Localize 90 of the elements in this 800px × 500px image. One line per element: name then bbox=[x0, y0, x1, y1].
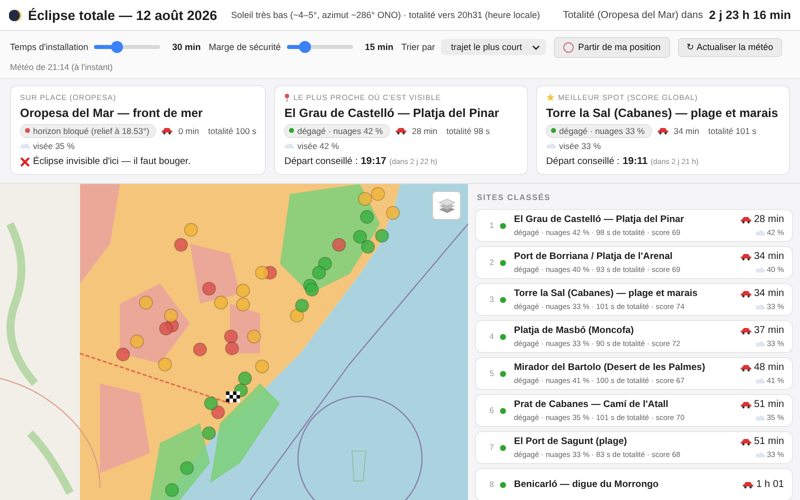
site-name: Prat de Cabanes — Camí de l'Atall bbox=[514, 399, 670, 410]
chevron-icon bbox=[532, 44, 540, 50]
cloud-icon bbox=[754, 414, 765, 420]
car-icon bbox=[656, 126, 669, 134]
drive-time: 34 min bbox=[754, 251, 784, 262]
rank-number: 8 bbox=[488, 480, 494, 489]
status-pill: dégagé · nuages 42 % bbox=[284, 124, 390, 138]
aim-clouds: visée 33 % bbox=[559, 141, 601, 151]
car-icon bbox=[740, 252, 752, 260]
car-icon bbox=[394, 126, 407, 134]
car-icon bbox=[740, 290, 752, 298]
slider-value: 30 min bbox=[172, 42, 201, 52]
drive-time: 1 h 01 bbox=[756, 479, 784, 490]
locate-button[interactable]: Partir de ma position bbox=[554, 36, 670, 58]
card-title: Oropesa del Mar — front de mer bbox=[20, 106, 204, 120]
site-name: Mirador del Bartolo (Desert de les Palmes) bbox=[514, 362, 706, 373]
cloud-icon bbox=[754, 266, 765, 272]
cloud-icon bbox=[20, 143, 30, 149]
drive-time: 34 min bbox=[674, 126, 700, 136]
totality-duration: totalité 101 s bbox=[708, 126, 756, 136]
drive-time: 51 min bbox=[754, 436, 784, 447]
drive-time: 28 min bbox=[754, 214, 784, 225]
car-icon bbox=[161, 126, 174, 134]
layers-button[interactable] bbox=[432, 191, 461, 220]
departure-label: Départ conseillé : bbox=[546, 156, 620, 167]
site-name: El Grau de Castelló — Platja del Pinar bbox=[514, 214, 685, 225]
rank-number: 4 bbox=[488, 332, 494, 341]
rank-number: 7 bbox=[488, 443, 494, 452]
cloud-icon bbox=[754, 304, 765, 310]
site-name: El Port de Sagunt (plage) bbox=[514, 436, 628, 447]
cross-icon bbox=[20, 156, 30, 166]
countdown-label: Totalité (Oropesa del Mar) dans bbox=[562, 10, 703, 20]
rank-number: 5 bbox=[488, 369, 494, 378]
cloud-icon bbox=[284, 143, 294, 149]
eclipse-subtitle: Soleil très bas (~4–5°, azimut ~286° ONO) · totalité vers 20h31 (heure locale) bbox=[231, 10, 540, 20]
drive-time: 37 min bbox=[754, 325, 784, 336]
cloud-icon bbox=[754, 378, 765, 384]
countdown-value: 2 j 23 h 16 min bbox=[708, 8, 791, 22]
sort-dropdown[interactable]: trajet le plus court bbox=[441, 39, 546, 55]
departure-time: 19:11 bbox=[622, 156, 648, 167]
drive-time: 0 min bbox=[178, 126, 200, 136]
warning-text: Éclipse invisible d'ici — il faut bouger. bbox=[33, 156, 191, 167]
drive-time: 51 min bbox=[754, 399, 784, 410]
totality-duration: totalité 100 s bbox=[208, 126, 256, 136]
cloud-icon bbox=[754, 340, 765, 346]
slider-value: 15 min bbox=[364, 42, 394, 52]
site-name: Torre la Sal (Cabanes) — plage et marais bbox=[514, 288, 699, 299]
star-icon bbox=[546, 93, 556, 102]
car-icon bbox=[740, 400, 752, 408]
car-icon bbox=[740, 326, 752, 334]
car-icon bbox=[740, 438, 752, 446]
car-icon bbox=[740, 216, 752, 224]
page-title: Éclipse totale — 12 août 2026 bbox=[28, 8, 218, 22]
site-list-item[interactable]: 8 Benicarló — digue du Morrongo 1 h 01 bbox=[475, 468, 793, 500]
rank-number: 6 bbox=[488, 406, 494, 415]
site-name: Platja de Masbó (Moncofa) bbox=[514, 325, 635, 336]
refresh-button[interactable]: ↻ Actualiser la météo bbox=[678, 38, 782, 56]
rank-number: 3 bbox=[488, 295, 494, 304]
moon-icon bbox=[9, 8, 22, 22]
cloud-icon bbox=[754, 230, 765, 236]
departure-time: 19:17 bbox=[360, 156, 386, 167]
rank-number: 2 bbox=[488, 258, 494, 267]
ranking-heading: SITES CLASSÉS bbox=[477, 193, 552, 202]
rank-number: 1 bbox=[488, 221, 494, 230]
cloud-icon bbox=[754, 452, 765, 458]
aim-clouds: visée 42 % bbox=[297, 141, 339, 151]
drive-time: 28 min bbox=[412, 126, 438, 136]
totality-duration: totalité 98 s bbox=[446, 126, 490, 136]
pin-icon bbox=[284, 93, 290, 102]
drive-time: 34 min bbox=[754, 288, 784, 299]
aim-clouds: visée 35 % bbox=[33, 141, 75, 151]
card-title: Torre la Sal (Cabanes) — plage et marais bbox=[546, 106, 780, 120]
cloud-icon bbox=[546, 143, 556, 149]
site-name: Port de Borriana / Platja de l'Arenal bbox=[514, 251, 674, 262]
card-title: El Grau de Castelló — Platja del Pinar bbox=[284, 106, 500, 120]
departure-label: Départ conseillé : bbox=[284, 156, 358, 167]
car-icon bbox=[740, 364, 752, 372]
slider[interactable] bbox=[286, 41, 353, 53]
weather-timestamp: Météo de 21:14 (à l'instant) bbox=[10, 62, 114, 72]
car-icon bbox=[742, 480, 754, 488]
compass-icon bbox=[563, 42, 574, 52]
layers-icon bbox=[438, 198, 456, 214]
drive-time: 48 min bbox=[754, 362, 784, 373]
status-pill: horizon bloqué (relief à 18.53°) bbox=[20, 124, 156, 138]
sort-label: Trier par bbox=[401, 42, 436, 52]
slider[interactable] bbox=[94, 41, 160, 53]
slider-label: Marge de sécurité bbox=[208, 42, 281, 52]
slider-label: Temps d'installation bbox=[10, 42, 88, 52]
status-pill: dégagé · nuages 33 % bbox=[546, 124, 652, 138]
site-name: Benicarló — digue du Morrongo bbox=[514, 479, 660, 490]
